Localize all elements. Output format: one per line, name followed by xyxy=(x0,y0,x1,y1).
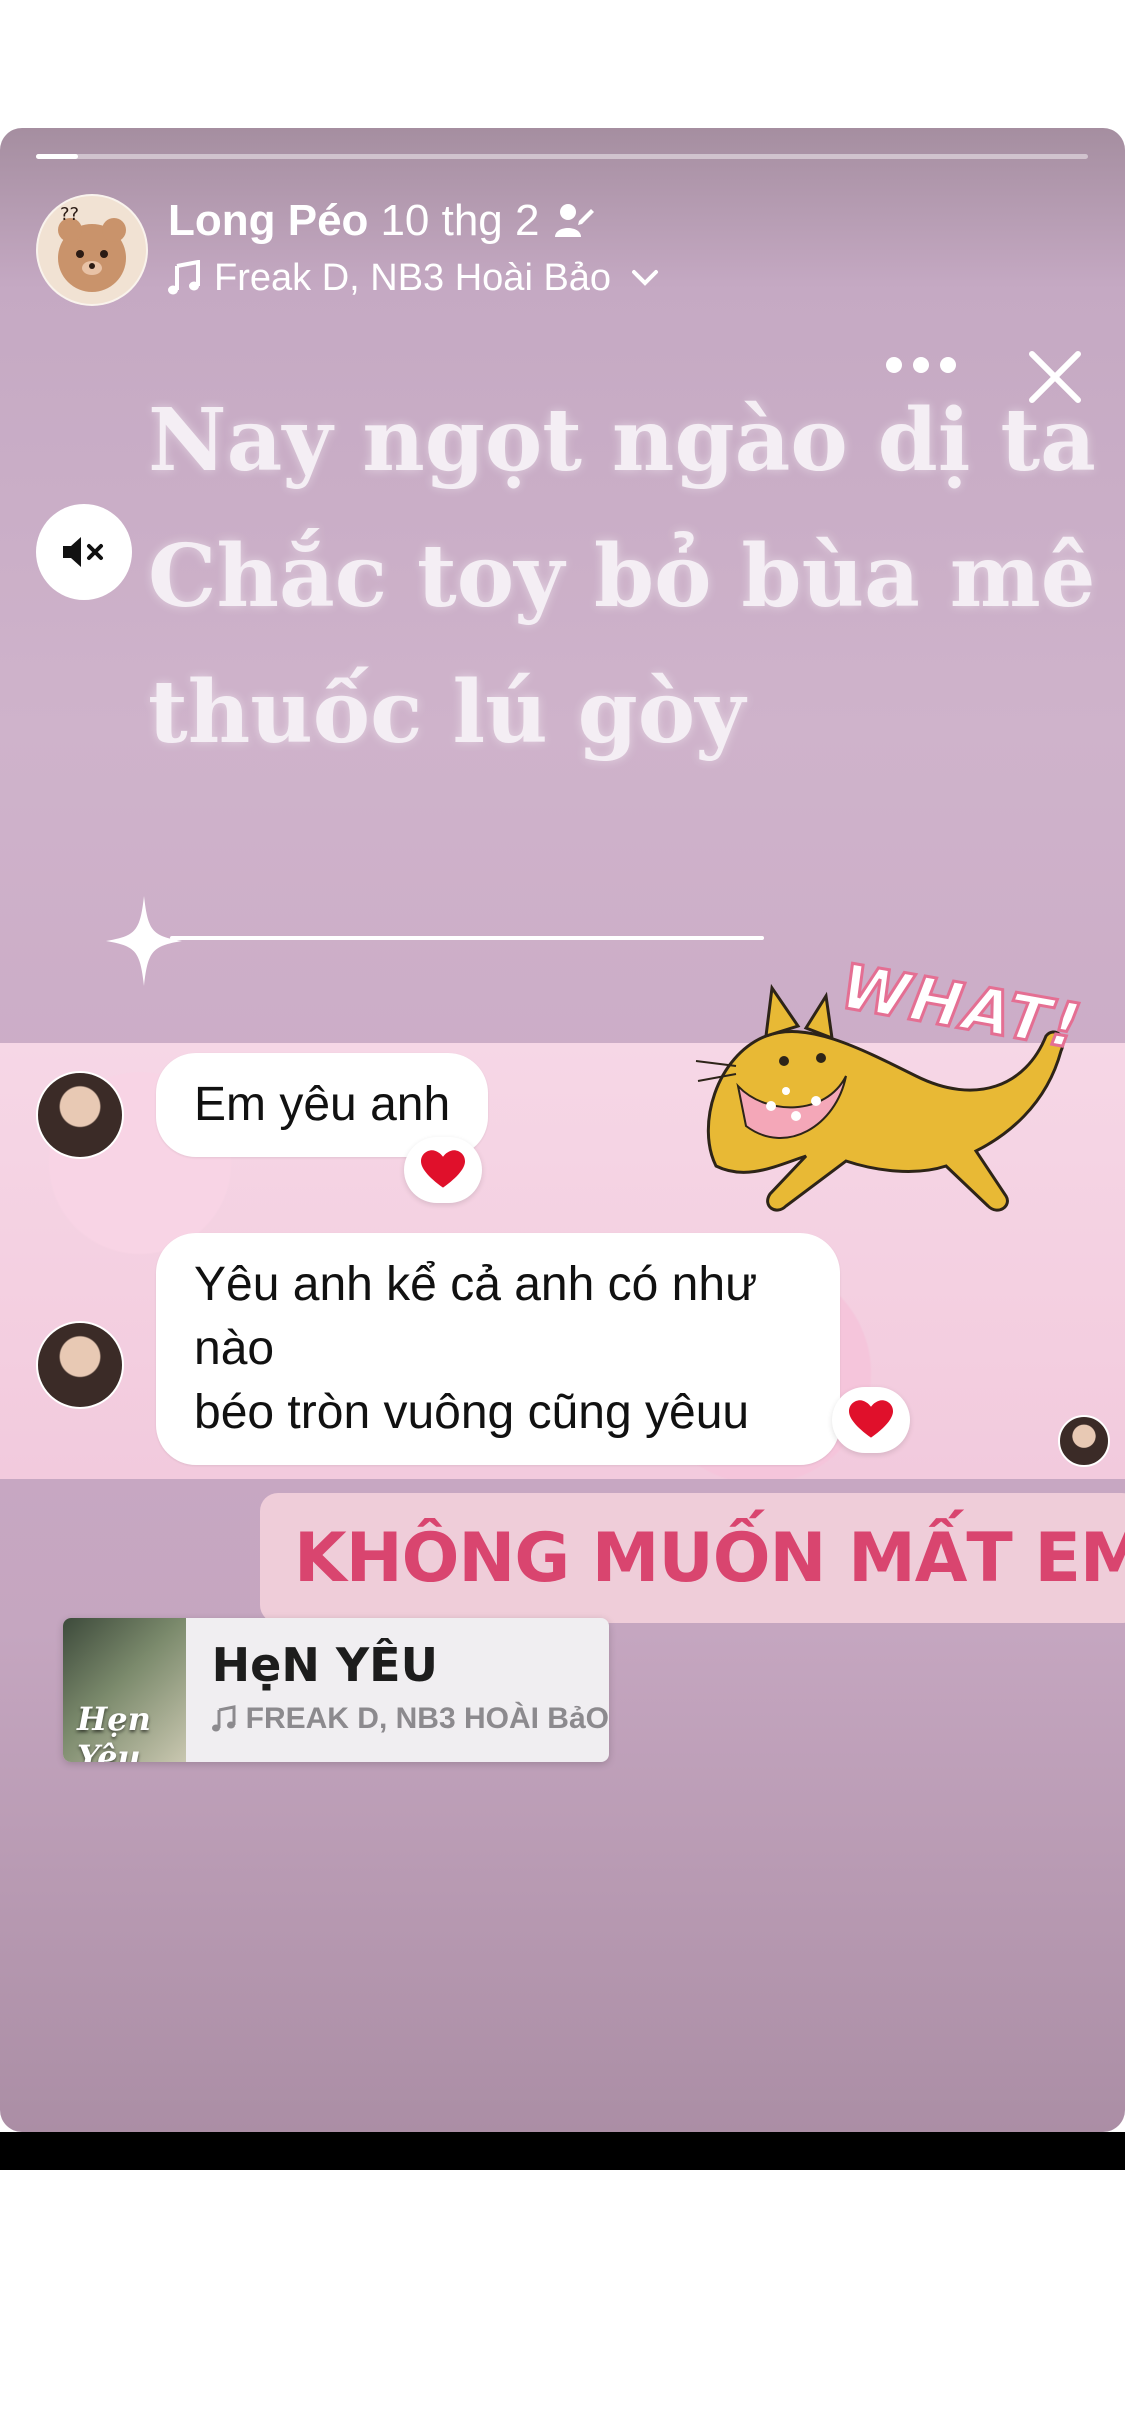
story-caption: Nay ngọt ngào dị ta Chắc toy bỏ bùa mê t… xyxy=(148,373,1096,781)
banner-text: KHÔNG MUỐN MẤT EM xyxy=(294,1518,1125,1598)
svg-text:??: ?? xyxy=(60,204,79,225)
user-name[interactable]: Long Péo xyxy=(168,196,368,246)
text-banner: KHÔNG MUỐN MẤT EM xyxy=(260,1493,1125,1623)
chat-message-text: Em yêu anh xyxy=(194,1078,451,1131)
story-progress-bar xyxy=(36,154,1088,159)
user-avatar[interactable]: ?? xyxy=(36,194,148,306)
caption-line: thuốc lú gòy xyxy=(148,662,746,763)
more-dot-icon xyxy=(886,357,902,373)
album-art-title: Hẹn Yêu xyxy=(77,1700,151,1762)
post-time: 10 thg 2 xyxy=(380,196,540,245)
seen-avatar xyxy=(1058,1415,1110,1467)
chat-avatar xyxy=(36,1321,124,1409)
chat-message-bubble: Yêu anh kể cả anh có như nào béo tròn vu… xyxy=(156,1233,840,1465)
speaker-muted-icon xyxy=(63,537,103,567)
heart-reaction xyxy=(404,1137,482,1203)
caption-line: Nay ngọt ngào dị ta xyxy=(148,390,1096,491)
chat-avatar xyxy=(36,1071,124,1159)
story-music-link[interactable]: Freak D, NB3 Hoài Bảo xyxy=(168,256,659,300)
story-progress-fill xyxy=(36,154,79,159)
chat-message-text: béo tròn vuông cũng yêuu xyxy=(194,1386,750,1439)
album-art: Hẹn Yêu xyxy=(63,1618,186,1762)
caption-divider xyxy=(170,936,764,940)
chevron-down-icon xyxy=(632,270,659,286)
song-artist: FREAK D, NB3 HOÀI BảO xyxy=(245,1702,609,1735)
sparkle-icon xyxy=(106,896,182,986)
heart-reaction xyxy=(832,1387,910,1453)
bottom-blank-area xyxy=(0,2170,1125,2436)
song-title: HẹN YÊU xyxy=(211,1638,438,1692)
caption-line: Chắc toy bỏ bùa mê xyxy=(148,526,1096,627)
music-note-icon xyxy=(211,1705,236,1732)
chat-message-text: Yêu anh kể cả anh có như nào xyxy=(194,1258,758,1375)
more-dot-icon xyxy=(913,357,929,373)
heart-icon xyxy=(421,1150,465,1188)
mute-button[interactable] xyxy=(36,504,132,600)
more-dot-icon xyxy=(940,357,956,373)
heart-icon xyxy=(849,1400,893,1438)
friends-icon xyxy=(555,204,595,237)
music-sticker[interactable]: Hẹn Yêu HẹN YÊU FREAK D, NB3 HOÀI BảO xyxy=(63,1618,609,1762)
music-note-icon xyxy=(168,260,200,295)
story-viewer[interactable]: ?? Long Péo 10 thg 2 Freak D, NB3 Hoài B… xyxy=(0,128,1125,2132)
bottom-black-bar xyxy=(0,2132,1125,2170)
music-label: Freak D, NB3 Hoài Bảo xyxy=(214,256,612,299)
